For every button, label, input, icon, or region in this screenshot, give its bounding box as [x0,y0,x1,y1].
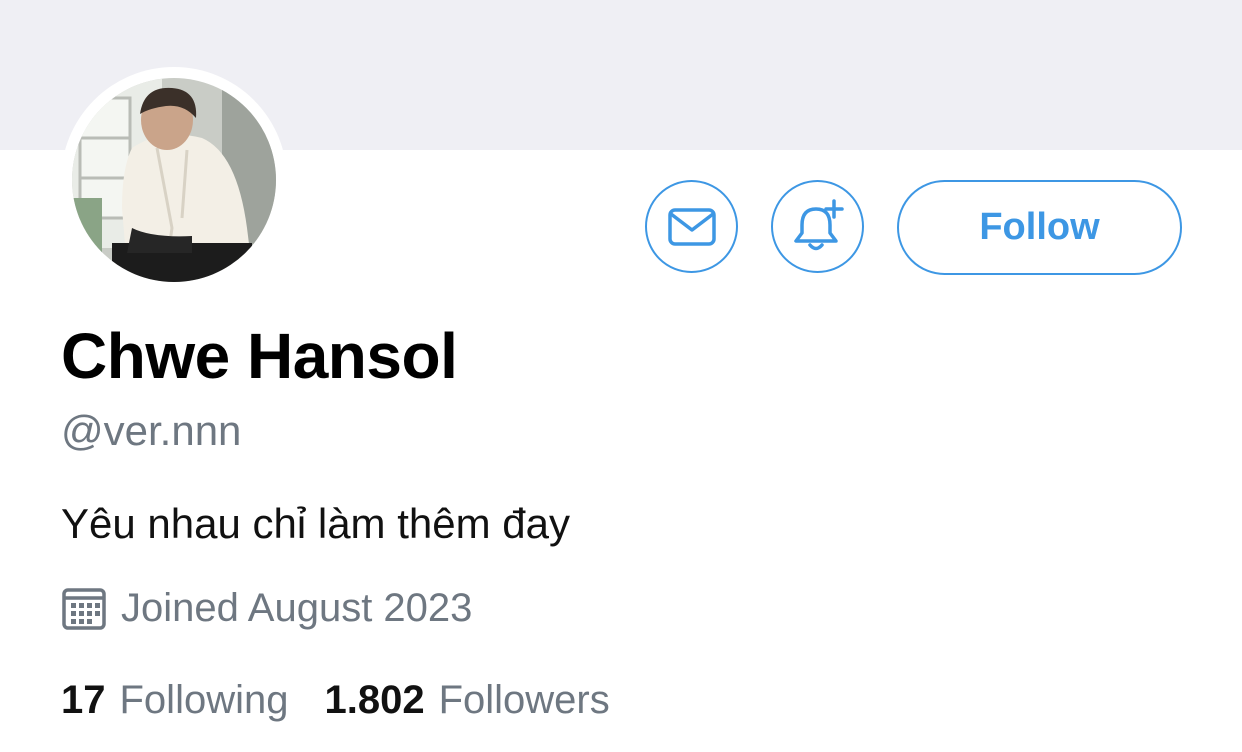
followers-count: 1.802 [324,678,425,722]
followers-label: Followers [438,678,610,722]
profile-bio: Yêu nhau chỉ làm thêm đay [61,500,570,547]
joined-date: Joined August 2023 [61,584,472,632]
joined-date-text: Joined August 2023 [121,586,473,630]
follow-stats: 17 Following 1.802 Followers [61,674,610,726]
follow-button[interactable]: Follow [897,180,1182,275]
envelope-icon [667,207,716,246]
username-handle: @ver.nnn [61,407,242,454]
message-button[interactable] [645,180,738,273]
following-label: Following [119,678,289,722]
display-name: Chwe Hansol [61,320,458,392]
following-link[interactable]: 17 Following [61,674,288,726]
followers-link[interactable]: 1.802 Followers [324,674,609,726]
bell-plus-icon [793,198,844,250]
following-count: 17 [61,678,106,722]
notifications-button[interactable] [771,180,864,273]
avatar-photo [72,78,276,282]
avatar[interactable] [72,78,276,282]
calendar-icon [62,588,106,630]
